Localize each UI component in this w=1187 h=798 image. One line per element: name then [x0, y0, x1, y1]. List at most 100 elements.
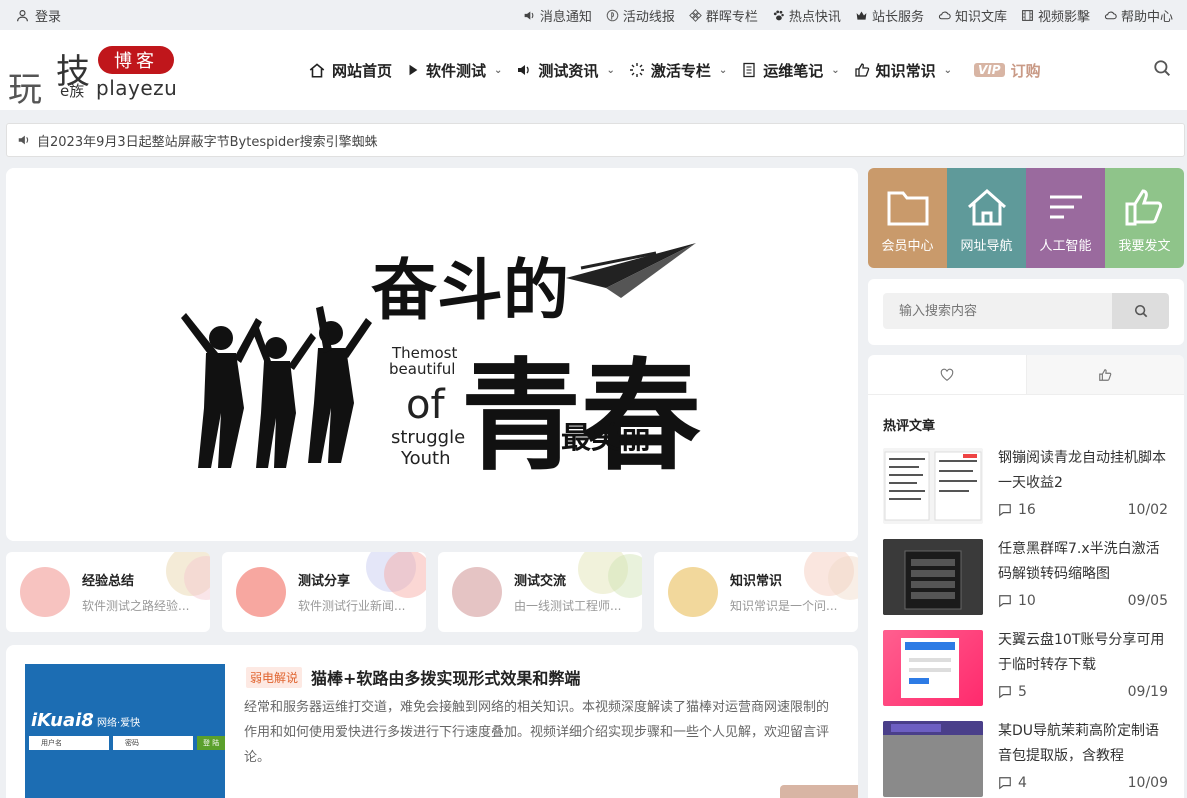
logo-badge: 博客 [98, 46, 174, 74]
nav-item-test-news[interactable]: 测试资讯 ⌄ [516, 60, 615, 81]
nav-label: 激活专栏 [650, 61, 711, 80]
quick-post[interactable]: 我要发文 [1105, 168, 1184, 268]
search-icon[interactable] [1153, 59, 1171, 77]
top-links: 消息通知 活动线报 群晖专栏 热点快讯 站长服务 知识文库 视频影擊 帮助中心 [523, 6, 1173, 25]
site-logo[interactable]: 玩 技 e族 playezu 博客 [8, 42, 188, 110]
hot-thumbnail [883, 448, 983, 524]
crown-icon [856, 10, 867, 20]
speaker-icon [524, 10, 534, 20]
top-bar: 登录 消息通知 活动线报 群晖专栏 热点快讯 站长服务 知识文库 视频影擊 帮助… [0, 0, 1187, 30]
quick-label: 会员中心 [881, 239, 934, 254]
hot-item[interactable]: 钢镚阅读青龙自动挂机脚本一天收益2 16 10/02 [883, 448, 1173, 524]
quick-site-nav[interactable]: 网址导航 [947, 168, 1026, 268]
nav-label: 运维笔记 [763, 61, 824, 80]
quick-label: 人工智能 [1039, 239, 1092, 254]
top-link-label: 消息通知 [539, 9, 592, 25]
banner-text: 最美丽 [561, 421, 651, 456]
nav-item-activation[interactable]: 激活专栏 ⌄ [629, 60, 727, 81]
sidebar-search [868, 279, 1184, 345]
hot-item[interactable]: 天翼云盘10T账号分享可用于临时转存下载 5 09/19 [883, 630, 1173, 706]
top-link-library[interactable]: 知识文库 [938, 6, 1007, 25]
notice-text[interactable]: 自2023年9月3日起整站屏蔽字节Bytespider搜索引擎蜘蛛 [37, 131, 378, 150]
category-cards: 经验总结 软件测试之路经验... 测试分享 软件测试行业新闻... 测试交流 由… [6, 552, 858, 632]
thumb-pass-label: 密码 [125, 739, 139, 747]
thumbnail-image [901, 638, 959, 698]
banner-text: 奋斗的 [371, 252, 569, 329]
nav-item-knowledge[interactable]: 知识常识 ⌄ [854, 60, 952, 81]
nav-label: 知识常识 [875, 61, 936, 80]
hot-item[interactable]: 任意黑群晖7.x半洗白激活码解锁转码缩略图 10 09/05 [883, 539, 1173, 615]
thumbs-up-icon [1125, 189, 1162, 226]
hot-item-meta: 5 09/19 [998, 684, 1168, 700]
quick-links: 会员中心 网址导航 人工智能 我要发文 [868, 168, 1184, 268]
chevron-down-icon: ⌄ [831, 64, 840, 76]
comment-count: 16 [1018, 502, 1036, 518]
category-icon [236, 567, 286, 617]
nav-item-software-test[interactable]: 软件测试 ⌄ [406, 60, 502, 81]
login-label: 登录 [35, 9, 62, 25]
article-title[interactable]: 猫棒+软路由多拨实现形式效果和弊端 [311, 665, 580, 689]
hot-articles: 热评文章 钢镚阅读青龙自动挂机脚本一天收益2 16 10/02 任意黑群晖7.x… [868, 355, 1184, 798]
top-link-synology[interactable]: 群晖专栏 [689, 6, 758, 25]
top-link-activity[interactable]: 活动线报 [606, 6, 675, 25]
category-card[interactable]: 知识常识 知识常识是一个问... [654, 552, 858, 632]
thumb-slogan: 网络·爱快 [97, 718, 141, 729]
vip-label: 订购 [1010, 61, 1041, 80]
category-icon [452, 567, 502, 617]
heart-icon [940, 368, 954, 381]
thumb-brand: iKuai8 [31, 710, 94, 731]
search-button[interactable] [1112, 293, 1169, 329]
hot-item[interactable]: 某DU导航茉莉高阶定制语音包提取版，含教程 4 10/09 [883, 721, 1173, 797]
top-link-help[interactable]: 帮助中心 [1104, 6, 1173, 25]
comment-icon [999, 777, 1011, 790]
hot-thumbnail [883, 721, 983, 797]
hot-item-date: 09/19 [1127, 684, 1168, 700]
nav-item-home[interactable]: 网站首页 [308, 60, 392, 81]
banner-text: of [406, 382, 445, 428]
thumb-login-label: 登 陆 [203, 739, 220, 747]
category-card[interactable]: 测试分享 软件测试行业新闻... [222, 552, 426, 632]
top-link-notify[interactable]: 消息通知 [523, 6, 592, 25]
speaker-icon [18, 135, 29, 145]
chevron-down-icon: ⌄ [718, 64, 728, 76]
category-card[interactable]: 经验总结 软件测试之路经验... [6, 552, 210, 632]
nav-label: 测试资讯 [538, 61, 599, 80]
pinterest-icon [606, 9, 619, 21]
article-tag[interactable]: 弱电解说 [246, 667, 303, 688]
comment-icon [999, 686, 1011, 699]
read-more-button[interactable] [780, 785, 858, 798]
article-thumbnail[interactable]: iKuai8 网络·爱快 用户名 密码 登 陆 [25, 664, 225, 798]
nav-vip-order[interactable]: VIP 订购 [974, 60, 1041, 81]
document-icon [743, 62, 755, 78]
chevron-down-icon: ⌄ [494, 64, 503, 76]
main-nav: 网站首页 软件测试 ⌄ 测试资讯 ⌄ 激活专栏 ⌄ 运维笔记 ⌄ 知识常识 ⌄ VIP 订… [308, 30, 1041, 110]
tab-favorites[interactable] [868, 355, 1026, 394]
category-desc: 由一线测试工程师... [514, 599, 622, 613]
spinner-icon [629, 63, 644, 77]
login-link[interactable]: 登录 [16, 6, 61, 25]
top-link-video[interactable]: 视频影擊 [1021, 6, 1090, 25]
quick-member-center[interactable]: 会员中心 [868, 168, 947, 268]
hot-item-date: 10/02 [1127, 502, 1168, 518]
quick-ai[interactable]: 人工智能 [1026, 168, 1105, 268]
category-card[interactable]: 测试交流 由一线测试工程师... [438, 552, 642, 632]
hero-banner[interactable]: 奋斗的 青春 最美丽 Themost beautiful of struggle… [6, 168, 858, 541]
top-link-webmaster[interactable]: 站长服务 [855, 6, 924, 25]
comment-icon [999, 595, 1011, 608]
nav-label: 软件测试 [426, 61, 487, 80]
comment-count: 5 [1018, 684, 1027, 700]
tab-likes[interactable] [1025, 355, 1184, 394]
hot-thumbnail [883, 539, 983, 615]
hot-item-title: 某DU导航茉莉高阶定制语音包提取版，含教程 [998, 723, 1160, 764]
thumbnail-image [884, 451, 982, 521]
search-input[interactable] [883, 293, 1113, 329]
top-link-hot[interactable]: 热点快讯 [772, 6, 841, 25]
film-icon [1022, 9, 1033, 21]
category-desc: 软件测试行业新闻... [298, 599, 406, 613]
cloud-icon [1104, 11, 1117, 19]
nav-item-ops-notes[interactable]: 运维笔记 ⌄ [741, 60, 840, 81]
banner-text: 青春 [461, 348, 701, 487]
hot-item-title: 天翼云盘10T账号分享可用于临时转存下载 [998, 632, 1165, 673]
thumbs-up-icon [854, 63, 869, 77]
quick-label: 网址导航 [960, 239, 1013, 254]
